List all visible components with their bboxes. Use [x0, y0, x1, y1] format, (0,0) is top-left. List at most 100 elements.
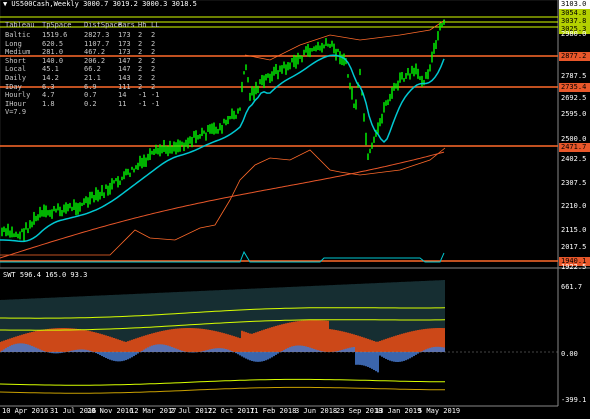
table-cell: -1	[151, 99, 160, 108]
table-cell: 2	[138, 82, 143, 91]
table-cell: TpSpace	[42, 21, 72, 29]
table-cell: 2	[151, 48, 156, 57]
indicator-zero-label: 0.00	[561, 350, 578, 358]
price-label: 2115.0	[561, 226, 587, 234]
table-cell: 281.0	[42, 48, 64, 57]
table-cell: 66.2	[84, 65, 101, 74]
table-cell: Baltic	[5, 31, 31, 39]
envelope-high	[244, 19, 446, 61]
table-cell: Bars	[118, 21, 135, 29]
table-row: IDay 6.3 6.9 111 2 2	[5, 83, 163, 91]
time-label: 20 Nov 2016	[87, 407, 134, 415]
indicator-title: SWT 596.4 165.0 93.3	[3, 271, 88, 279]
table-cell: DistSpace	[84, 21, 122, 29]
table-cell: 6.9	[84, 82, 97, 91]
price-label: 2787.5	[561, 72, 587, 80]
table-cell: 2	[151, 65, 156, 74]
envelope-low	[0, 147, 446, 256]
table-cell: 21.1	[84, 74, 101, 82]
table-cell: 2	[151, 56, 156, 65]
table-cell: IDay	[5, 82, 22, 91]
price-label: 2471.7	[559, 143, 590, 152]
table-row: Local 45.1 66.2 147 2 2	[5, 65, 163, 73]
table-cell: 140.0	[42, 56, 64, 65]
table-cell: 45.1	[42, 65, 59, 74]
table-cell: 2	[138, 56, 143, 65]
symbol-header: ▼ US500Cash,Weekly 3000.7 3019.2 3000.3 …	[3, 0, 197, 8]
price-label: 2595.0	[561, 110, 587, 118]
table-cell: 2827.3	[84, 31, 110, 39]
table-cell: 2	[138, 48, 143, 57]
indicator-band-line	[0, 378, 445, 386]
time-label: 13 Jan 2019	[375, 407, 422, 415]
table-row: Hourly 4.7 0.7 14 -1 -1	[5, 91, 163, 99]
time-label: 5 May 2019	[418, 407, 461, 415]
table-cell: LL	[151, 21, 160, 29]
table-cell: 173	[118, 31, 131, 39]
table-cell: Tableau	[5, 21, 35, 29]
table-cell: 620.5	[42, 39, 64, 48]
table-cell: 143	[118, 74, 131, 82]
table-cell: 0.2	[84, 99, 97, 108]
table-header-row: Tableau TpSpace DistSpaceBars Hh LL	[5, 21, 163, 29]
price-label: 2307.5	[561, 179, 587, 187]
table-cell: 2	[138, 39, 143, 48]
time-label: 11 Feb 2018	[250, 407, 297, 415]
price-label: 2735.4	[559, 83, 590, 92]
price-label: 2210.0	[561, 202, 587, 210]
time-label: 10 Apr 2016	[2, 407, 49, 415]
table-cell: 173	[118, 48, 131, 57]
time-label: 22 Oct 2017	[208, 407, 255, 415]
table-cell: 2	[151, 31, 156, 39]
table-cell: -1	[138, 91, 147, 100]
table-cell: -1	[151, 91, 160, 100]
indicator-panel	[0, 280, 558, 394]
table-cell: Short	[5, 56, 27, 65]
indicator-band-line	[0, 386, 445, 394]
table-cell: 1.8	[42, 99, 55, 108]
table-row: Daily 14.2 21.1 143 2 2	[5, 74, 163, 82]
table-footer: V=7.9	[5, 108, 27, 117]
table-cell: 2	[138, 31, 143, 39]
table-cell: Long	[5, 39, 22, 48]
table-cell: IHour	[5, 99, 27, 108]
table-cell: Hh	[138, 21, 147, 29]
table-row: Baltic 1519.6 2827.3 173 2 2	[5, 31, 163, 39]
table-cell: 173	[118, 39, 131, 48]
table-cell: 467.2	[84, 48, 106, 57]
table-cell: 1519.6	[42, 31, 68, 39]
price-label: 2692.5	[561, 94, 587, 102]
time-label: 3 Jun 2018	[295, 407, 338, 415]
table-cell: 2	[151, 39, 156, 48]
price-label: 2877.2	[559, 52, 590, 61]
table-cell: 2	[151, 82, 156, 91]
table-cell: Daily	[5, 74, 27, 82]
price-label: 1922.5	[561, 263, 587, 271]
table-cell: 1107.7	[84, 39, 110, 48]
table-cell: -1	[138, 99, 147, 108]
table-cell: 6.3	[42, 82, 55, 91]
table-cell: 14.2	[42, 74, 59, 82]
table-cell: 4.7	[42, 91, 55, 100]
table-cell: 147	[118, 65, 131, 74]
table-cell: 147	[118, 56, 131, 65]
price-label: 2017.5	[561, 243, 587, 251]
table-cell: 206.2	[84, 56, 106, 65]
table-cell: 111	[118, 82, 131, 91]
table-cell: 14	[118, 91, 127, 100]
table-row: Short 140.0 206.2 147 2 2	[5, 57, 163, 65]
table-cell: Local	[5, 65, 27, 74]
price-label: 2402.5	[561, 155, 587, 163]
table-row: IHour 1.8 0.2 11 -1 -1	[5, 100, 163, 108]
time-label: 2 Jul 2017	[170, 407, 213, 415]
table-row: Medium 281.0 467.2 173 2 2	[5, 48, 163, 56]
table-cell: Hourly	[5, 91, 31, 100]
table-cell: 0.7	[84, 91, 97, 100]
indicator-min-label: -399.1	[561, 396, 587, 404]
table-cell: 2	[138, 65, 143, 74]
table-cell: 11	[118, 99, 127, 108]
table-cell: 2	[151, 74, 156, 82]
price-label: 3103.0	[559, 0, 590, 9]
table-cell: 2	[138, 74, 143, 82]
table-row: Long 620.5 1107.7 173 2 2	[5, 40, 163, 48]
